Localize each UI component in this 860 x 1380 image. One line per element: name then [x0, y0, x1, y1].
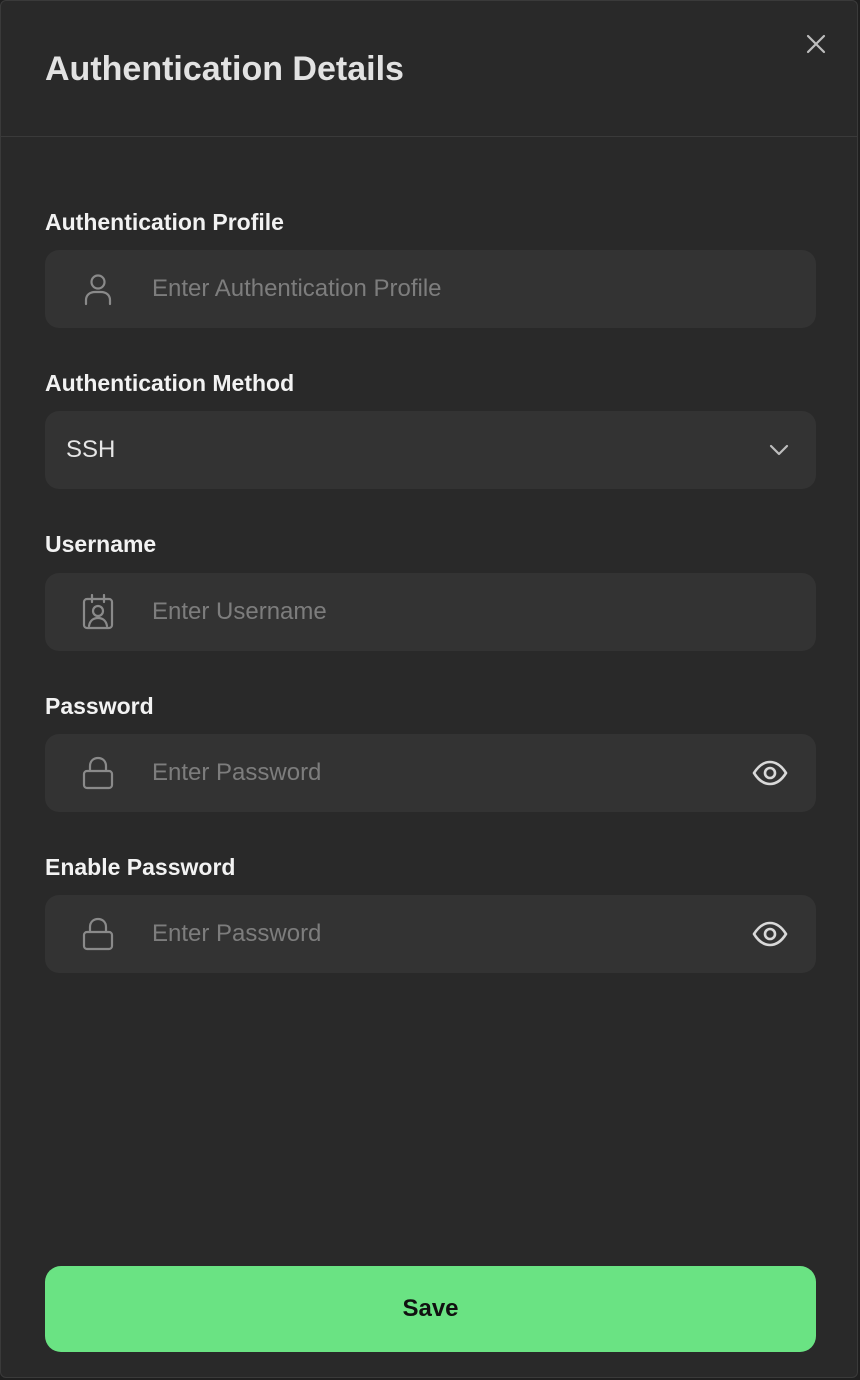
username-input[interactable] — [152, 573, 712, 651]
profile-field[interactable] — [45, 250, 816, 328]
profile-input[interactable] — [152, 250, 712, 328]
password-input[interactable] — [152, 734, 712, 812]
enable-password-label: Enable Password — [45, 854, 236, 880]
enable-password-field[interactable] — [45, 895, 816, 973]
username-label: Username — [45, 531, 157, 557]
username-field[interactable] — [45, 573, 816, 651]
lock-icon — [81, 756, 115, 790]
eye-icon — [752, 760, 788, 786]
method-label: Authentication Method — [45, 370, 295, 396]
user-icon — [81, 272, 115, 306]
password-label: Password — [45, 693, 154, 719]
dialog-header: Authentication Details — [1, 1, 857, 137]
password-field[interactable] — [45, 734, 816, 812]
close-icon — [806, 34, 826, 54]
eye-icon — [752, 921, 788, 947]
method-select[interactable]: SSH — [45, 411, 816, 489]
enable-password-input[interactable] — [152, 895, 712, 973]
id-badge-icon — [81, 594, 115, 630]
profile-label: Authentication Profile — [45, 209, 284, 235]
enable-password-visibility-toggle[interactable] — [750, 916, 790, 952]
chevron-down-icon — [769, 444, 789, 456]
dialog-title: Authentication Details — [45, 50, 404, 88]
save-button[interactable]: Save — [45, 1266, 816, 1352]
close-button[interactable] — [801, 29, 831, 59]
password-visibility-toggle[interactable] — [750, 755, 790, 791]
method-selected-value: SSH — [66, 436, 116, 463]
authentication-details-dialog: Authentication Details Authentication Pr… — [0, 0, 858, 1378]
lock-icon — [81, 917, 115, 951]
